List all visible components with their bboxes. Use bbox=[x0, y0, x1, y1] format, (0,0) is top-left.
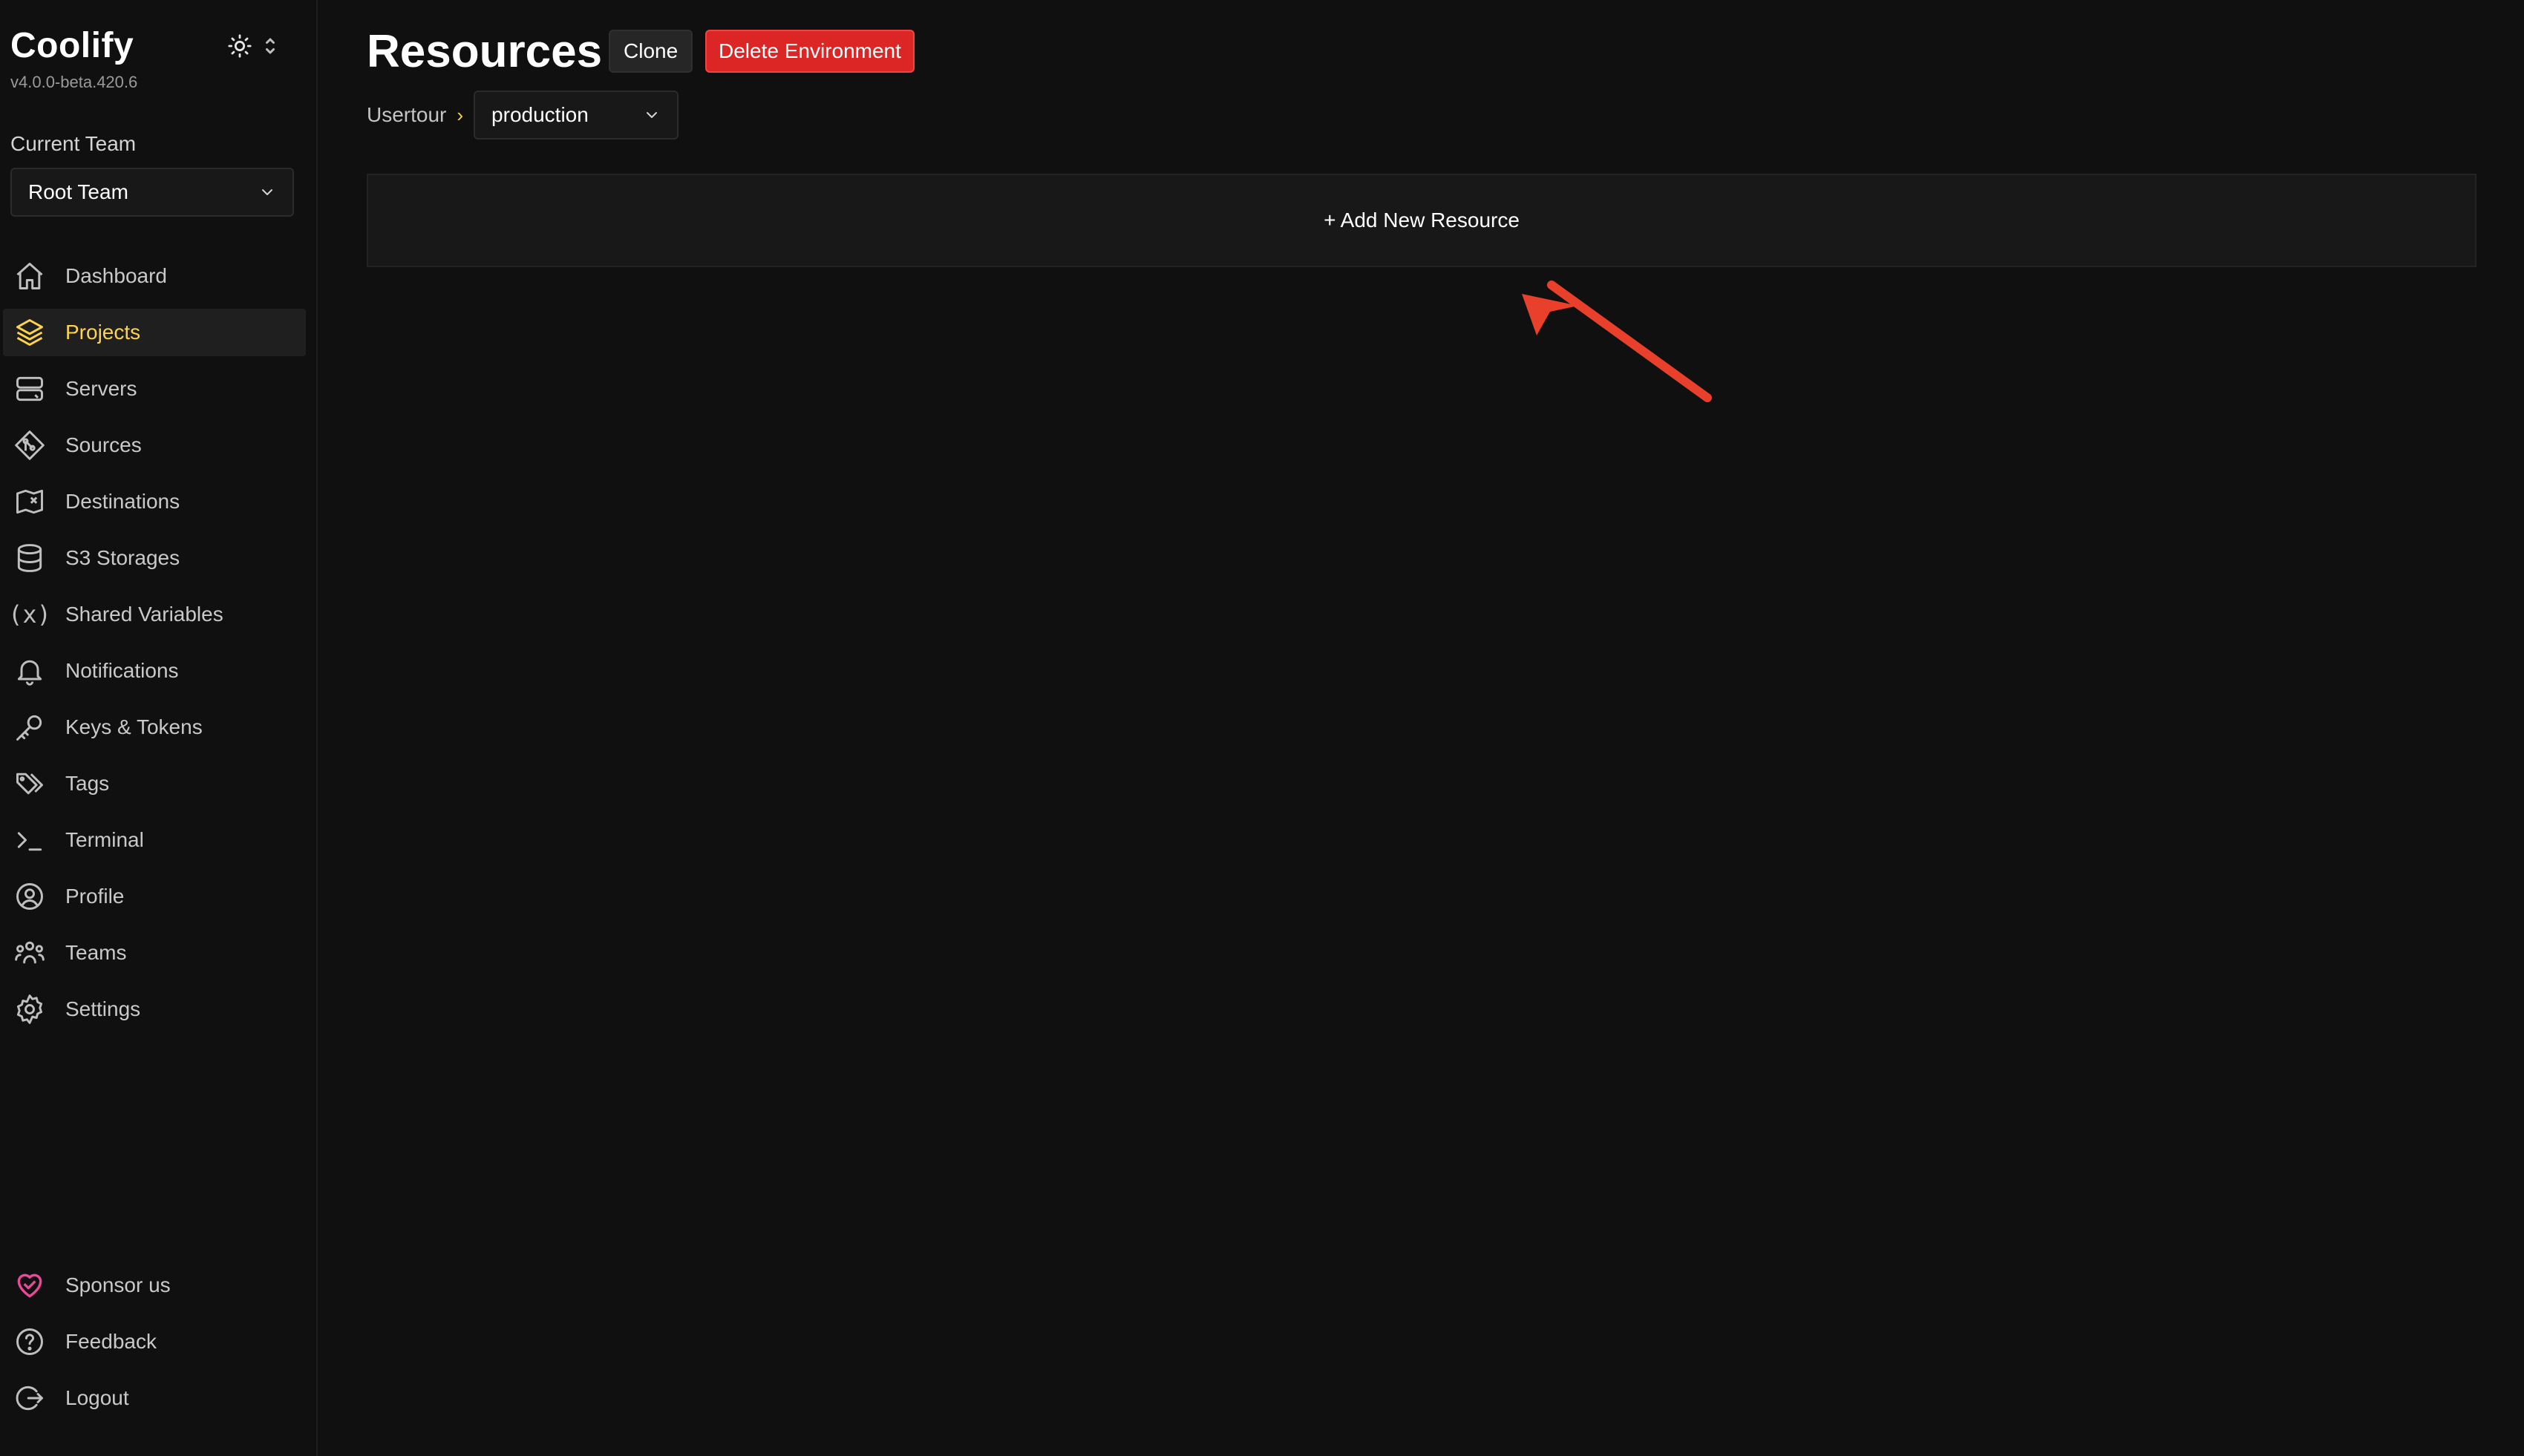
sidebar-item-label: Profile bbox=[65, 885, 125, 908]
sidebar-item-label: Shared Variables bbox=[65, 603, 223, 626]
add-new-resource-label: + Add New Resource bbox=[1324, 209, 1520, 232]
sidebar-item-label: Dashboard bbox=[65, 264, 167, 287]
app-logo-text[interactable]: Coolify bbox=[10, 25, 134, 66]
map-icon bbox=[12, 484, 48, 519]
users-icon bbox=[12, 935, 48, 971]
layers-icon bbox=[12, 315, 48, 350]
key-icon bbox=[12, 709, 48, 745]
sidebar-item-label: Settings bbox=[65, 997, 141, 1020]
sidebar-item-label: Keys & Tokens bbox=[65, 715, 203, 738]
breadcrumb-separator: › bbox=[457, 103, 464, 126]
heart-handshake-icon bbox=[12, 1268, 48, 1303]
sidebar-item-keys-tokens[interactable]: Keys & Tokens bbox=[3, 704, 306, 751]
chevron-down-icon bbox=[643, 106, 661, 124]
sidebar-item-profile[interactable]: Profile bbox=[3, 873, 306, 920]
sidebar-item-label: Teams bbox=[65, 941, 127, 964]
sun-icon bbox=[228, 34, 252, 58]
sidebar-nav: Dashboard Projects Servers Sources Desti… bbox=[0, 252, 318, 1042]
chevron-down-icon bbox=[258, 183, 276, 201]
environment-select-value: production bbox=[491, 103, 589, 126]
clone-button[interactable]: Clone bbox=[609, 30, 693, 73]
sidebar-item-notifications[interactable]: Notifications bbox=[3, 647, 306, 695]
sidebar-item-label: S3 Storages bbox=[65, 546, 180, 569]
sidebar-item-tags[interactable]: Tags bbox=[3, 760, 306, 807]
gear-icon bbox=[12, 991, 48, 1027]
current-team-label: Current Team bbox=[10, 132, 137, 155]
logout-icon bbox=[12, 1380, 48, 1416]
sidebar-item-projects[interactable]: Projects bbox=[3, 309, 306, 356]
breadcrumb: Usertour › production bbox=[367, 91, 679, 140]
sidebar-item-label: Logout bbox=[65, 1386, 129, 1409]
sidebar-item-label: Sources bbox=[65, 433, 142, 456]
sidebar-item-terminal[interactable]: Terminal bbox=[3, 816, 306, 864]
sidebar-item-feedback[interactable]: Feedback bbox=[3, 1318, 306, 1365]
sidebar-item-label: Sponsor us bbox=[65, 1273, 171, 1296]
sidebar-item-label: Tags bbox=[65, 772, 110, 795]
git-icon bbox=[12, 427, 48, 463]
sidebar-item-label: Notifications bbox=[65, 659, 179, 682]
database-icon bbox=[12, 540, 48, 576]
terminal-icon bbox=[12, 822, 48, 858]
sidebar: Coolify v4.0.0-beta.420.6 Current Team R… bbox=[0, 0, 318, 1456]
theme-toggle[interactable] bbox=[227, 30, 287, 62]
delete-environment-button[interactable]: Delete Environment bbox=[705, 30, 915, 73]
sidebar-bottom-nav: Sponsor us Feedback Logout bbox=[0, 1262, 318, 1431]
sidebar-item-destinations[interactable]: Destinations bbox=[3, 478, 306, 525]
sidebar-item-label: Projects bbox=[65, 321, 141, 344]
user-circle-icon bbox=[12, 879, 48, 914]
page-title: Resources bbox=[367, 26, 603, 77]
sidebar-item-label: Feedback bbox=[65, 1330, 157, 1353]
sidebar-item-sponsor[interactable]: Sponsor us bbox=[3, 1262, 306, 1309]
sidebar-item-teams[interactable]: Teams bbox=[3, 929, 306, 977]
add-new-resource-button[interactable]: + Add New Resource bbox=[367, 174, 2476, 267]
sidebar-item-dashboard[interactable]: Dashboard bbox=[3, 252, 306, 300]
sidebar-item-label: Servers bbox=[65, 377, 137, 400]
home-icon bbox=[12, 258, 48, 294]
main-content: Resources Clone Delete Environment Usert… bbox=[319, 0, 2524, 1456]
server-icon bbox=[12, 371, 48, 407]
sidebar-item-label: Destinations bbox=[65, 490, 180, 513]
chevron-up-down-icon bbox=[266, 38, 275, 54]
team-select[interactable]: Root Team bbox=[10, 168, 294, 217]
sidebar-item-label: Terminal bbox=[65, 828, 144, 851]
help-circle-icon bbox=[12, 1324, 48, 1360]
variable-icon: (x) bbox=[8, 600, 51, 629]
tags-icon bbox=[12, 766, 48, 801]
sidebar-item-settings[interactable]: Settings bbox=[3, 986, 306, 1033]
sidebar-item-s3-storages[interactable]: S3 Storages bbox=[3, 534, 306, 582]
sidebar-item-servers[interactable]: Servers bbox=[3, 365, 306, 413]
sidebar-item-sources[interactable]: Sources bbox=[3, 422, 306, 469]
bell-icon bbox=[12, 653, 48, 689]
environment-select[interactable]: production bbox=[474, 91, 679, 140]
team-select-value: Root Team bbox=[28, 180, 128, 203]
sidebar-item-shared-variables[interactable]: (x) Shared Variables bbox=[3, 591, 306, 638]
breadcrumb-project-link[interactable]: Usertour bbox=[367, 103, 446, 127]
sidebar-item-logout[interactable]: Logout bbox=[3, 1374, 306, 1422]
annotation-arrow bbox=[1522, 281, 1712, 402]
app-version: v4.0.0-beta.420.6 bbox=[10, 73, 138, 91]
